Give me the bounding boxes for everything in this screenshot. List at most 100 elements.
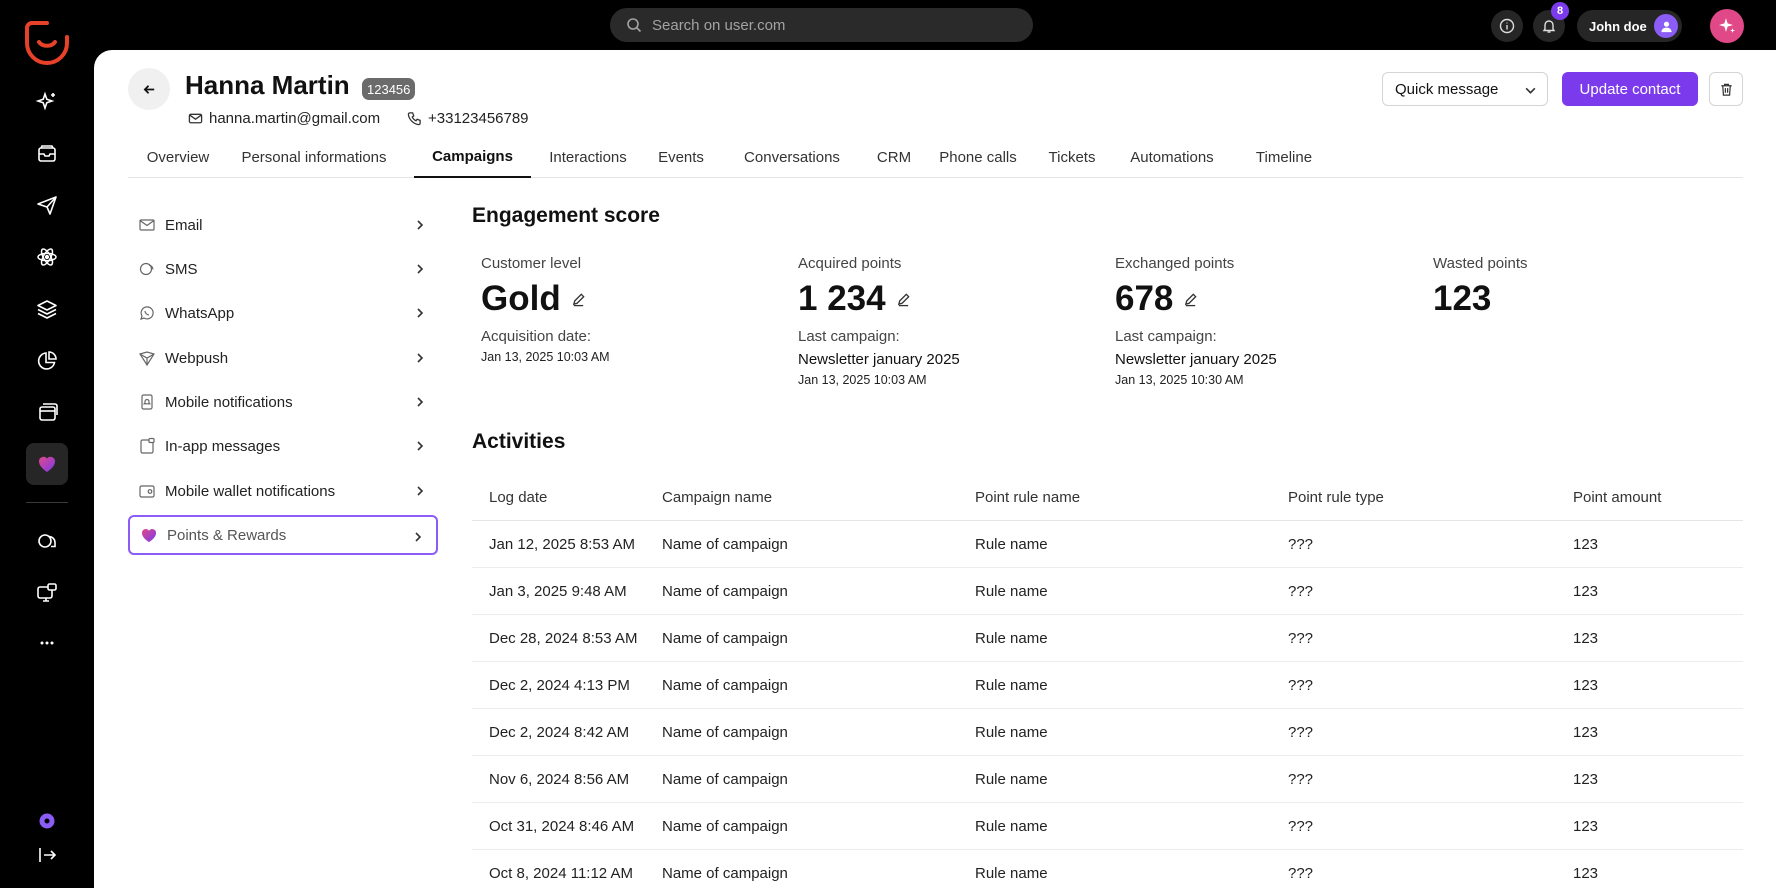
layers-icon (37, 300, 57, 319)
channel-mobile-wallet-notifications[interactable]: Mobile wallet notifications (128, 471, 438, 511)
chevron-right-icon (417, 308, 424, 318)
nav-logout[interactable] (26, 834, 68, 876)
tab-tickets[interactable]: Tickets (1037, 136, 1107, 178)
cell-campaign-name: Name of campaign (662, 817, 788, 835)
activities-title: Activities (472, 430, 566, 453)
cell-log-date: Jan 12, 2025 8:53 AM (489, 535, 635, 553)
cell-point-rule-type: ??? (1288, 817, 1314, 835)
column-header-point-amount[interactable]: Point amount (1573, 489, 1743, 506)
nav-campaigns[interactable] (26, 184, 68, 226)
nav-ai[interactable] (26, 81, 68, 123)
column-header-point-rule-name[interactable]: Point rule name (975, 489, 1288, 506)
cell-log-date: Dec 28, 2024 8:53 AM (489, 629, 638, 647)
column-header-log-date[interactable]: Log date (472, 489, 662, 506)
nav-data[interactable] (26, 288, 68, 330)
cell-campaign-name: Name of campaign (662, 676, 788, 694)
last-campaign-label: Last campaign: (1115, 328, 1217, 345)
nav-support[interactable] (26, 520, 68, 562)
cell-log-date: Oct 31, 2024 8:46 AM (489, 817, 635, 835)
tab-crm[interactable]: CRM (869, 136, 919, 178)
edit-icon[interactable] (1183, 292, 1198, 307)
info-button[interactable] (1491, 10, 1523, 42)
tab-overview[interactable]: Overview (128, 136, 228, 178)
table-row[interactable]: Dec 2, 2024 4:13 PM Name of campaign Rul… (472, 662, 1743, 709)
cell-point-rule-name: Rule name (975, 770, 1048, 788)
table-row[interactable]: Jan 3, 2025 9:48 AM Name of campaign Rul… (472, 568, 1743, 615)
engagement-score-title: Engagement score (472, 204, 660, 227)
channel-sms[interactable]: SMS (128, 249, 438, 289)
bell-icon (1542, 20, 1556, 33)
table-row[interactable]: Dec 28, 2024 8:53 AM Name of campaign Ru… (472, 615, 1743, 662)
main-panel: Hanna Martin 123456 hanna.martin@gmail.c… (94, 50, 1776, 888)
channel-in-app-messages[interactable]: In-app messages (128, 426, 438, 466)
cell-log-date: Jan 3, 2025 9:48 AM (489, 582, 627, 600)
table-row[interactable]: Oct 31, 2024 8:46 AM Name of campaign Ru… (472, 803, 1743, 850)
tab-timeline[interactable]: Timeline (1240, 136, 1328, 178)
nav-analytics[interactable] (26, 340, 68, 382)
cell-point-rule-name: Rule name (975, 723, 1048, 741)
tab-events[interactable]: Events (646, 136, 716, 178)
column-header-point-rule-type[interactable]: Point rule type (1288, 489, 1573, 506)
delete-contact-button[interactable] (1709, 72, 1743, 106)
table-row[interactable]: Dec 2, 2024 8:42 AM Name of campaign Rul… (472, 709, 1743, 756)
channel-label: WhatsApp (165, 304, 235, 322)
phone-icon (407, 112, 421, 126)
last-campaign-name: Newsletter january 2025 (1115, 351, 1277, 368)
channel-email[interactable]: Email (128, 205, 438, 245)
logout-icon (39, 848, 57, 862)
wallet-icon (139, 485, 155, 498)
back-button[interactable] (128, 68, 170, 110)
contact-name: Hanna Martin (185, 70, 350, 100)
cell-point-amount: 123 (1573, 535, 1599, 553)
table-row[interactable]: Oct 8, 2024 11:12 AM Name of campaign Ru… (472, 850, 1743, 888)
tab-phone-calls[interactable]: Phone calls (928, 136, 1028, 178)
exchanged-points-text: 678 (1115, 279, 1174, 318)
tab-interactions[interactable]: Interactions (538, 136, 638, 178)
nav-automation[interactable] (26, 236, 68, 278)
contact-id-badge: 123456 (362, 78, 416, 100)
arrow-left-icon (143, 84, 154, 94)
edit-icon[interactable] (571, 292, 586, 307)
tab-conversations[interactable]: Conversations (723, 136, 861, 178)
channel-whatsapp[interactable]: WhatsApp (128, 293, 438, 333)
cell-point-rule-type: ??? (1288, 676, 1314, 694)
column-header-campaign-name[interactable]: Campaign name (662, 489, 975, 506)
wasted-points-label: Wasted points (1433, 255, 1528, 272)
table-row[interactable]: Nov 6, 2024 8:56 AM Name of campaign Rul… (472, 756, 1743, 803)
tab-automations[interactable]: Automations (1116, 136, 1228, 178)
trash-icon (1720, 83, 1732, 96)
table-row[interactable]: Jan 12, 2025 8:53 AM Name of campaign Ru… (472, 521, 1743, 568)
notification-count-badge: 8 (1551, 2, 1569, 20)
notifications-button[interactable]: 8 (1533, 2, 1569, 42)
cell-point-amount: 123 (1573, 676, 1599, 694)
channel-points-rewards[interactable]: Points & Rewards (128, 515, 438, 555)
contact-email[interactable]: hanna.martin@gmail.com (188, 110, 380, 127)
last-campaign-date: Jan 13, 2025 10:03 AM (798, 373, 927, 387)
nav-inbox[interactable] (26, 133, 68, 175)
quick-message-select[interactable]: Quick message (1382, 72, 1548, 106)
cell-point-rule-name: Rule name (975, 864, 1048, 882)
brand-logo-icon[interactable] (24, 20, 70, 66)
edit-icon[interactable] (896, 292, 911, 307)
exchanged-points-card: Exchanged points 678 Last campaign: News… (1115, 255, 1415, 387)
tab-campaigns[interactable]: Campaigns (414, 136, 531, 178)
user-menu[interactable]: John doe (1577, 10, 1682, 42)
channel-webpush[interactable]: Webpush (128, 338, 438, 378)
nav-loyalty[interactable] (26, 443, 68, 485)
tab-personal-informations[interactable]: Personal informations (228, 136, 400, 178)
nav-templates[interactable] (26, 391, 68, 433)
exchanged-points-value: 678 (1115, 279, 1415, 319)
mobile-bell-icon (141, 394, 153, 410)
ai-assistant-button[interactable] (1710, 9, 1744, 43)
update-contact-button[interactable]: Update contact (1562, 72, 1698, 106)
atom-icon (37, 248, 57, 266)
cell-campaign-name: Name of campaign (662, 582, 788, 600)
contact-phone[interactable]: +33123456789 (407, 110, 529, 127)
heart-icon (38, 456, 56, 472)
channel-mobile-notifications[interactable]: Mobile notifications (128, 382, 438, 422)
contact-phone-text: +33123456789 (428, 110, 529, 127)
nav-more[interactable] (26, 622, 68, 664)
search-input[interactable]: Search on user.com (610, 8, 1033, 42)
nav-messages[interactable] (26, 572, 68, 614)
last-campaign-name: Newsletter january 2025 (798, 351, 960, 368)
